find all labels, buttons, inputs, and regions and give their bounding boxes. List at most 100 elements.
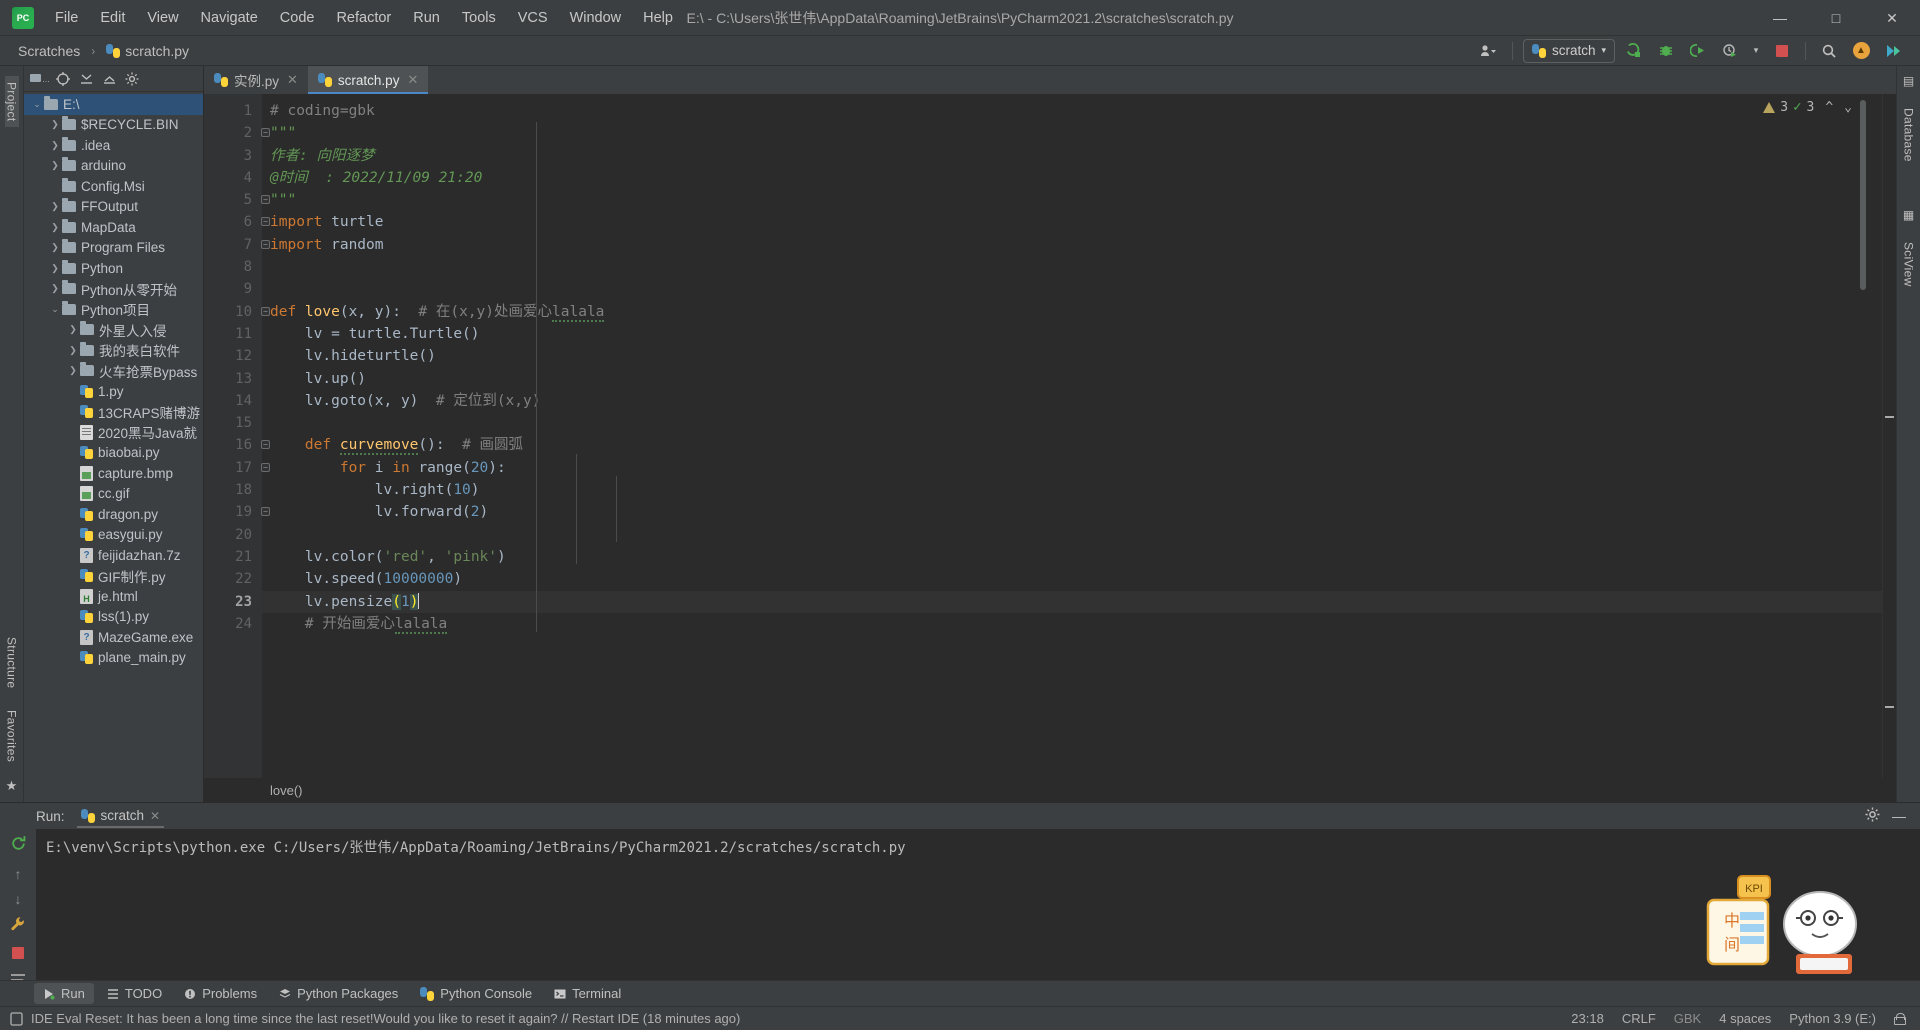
tree-item[interactable]: ❯ arduino [24,156,203,177]
line-number[interactable]: 14 [204,390,262,412]
rail-database-button[interactable]: Database [1902,102,1916,168]
chevron-down-icon[interactable]: ⌄ [30,99,44,110]
tree-item[interactable]: je.html [24,586,203,607]
notification-icon[interactable] [10,1011,23,1026]
chevron-right-icon[interactable]: ❯ [48,222,62,233]
menu-help[interactable]: Help [632,6,684,30]
next-problem-icon[interactable]: ⌄ [1844,100,1852,115]
line-number[interactable]: 4 [204,167,262,189]
unlocked-icon[interactable] [1894,1012,1906,1025]
tree-item[interactable]: ❯ .idea [24,135,203,156]
status-interpreter[interactable]: Python 3.9 (E:) [1789,1011,1876,1026]
tree-item[interactable]: ❯ $RECYCLE.BIN [24,115,203,136]
tree-item[interactable]: ⌄ Python项目 [24,299,203,320]
gear-icon[interactable] [122,69,142,89]
tree-item[interactable]: feijidazhan.7z [24,545,203,566]
menu-run[interactable]: Run [402,6,451,30]
chevron-right-icon[interactable]: ❯ [48,283,62,294]
rerun-icon[interactable] [10,835,27,857]
line-number[interactable]: 20 [204,524,262,546]
run-configuration-selector[interactable]: scratch ▾ [1522,38,1615,63]
project-tree[interactable]: ⌄ E:\ ❯ $RECYCLE.BIN ❯ .idea ❯ arduino Config.Ms… [24,92,203,802]
chevron-right-icon[interactable]: ❯ [66,365,80,376]
status-message[interactable]: IDE Eval Reset: It has been a long time … [31,1011,740,1026]
chevron-right-icon[interactable]: ❯ [48,242,62,253]
account-icon[interactable] [1476,39,1502,63]
run-icon[interactable] [1621,39,1647,63]
profile-icon[interactable] [1717,39,1743,63]
toolwin-todo[interactable]: TODO [98,983,171,1004]
line-number[interactable]: 19− [204,501,270,523]
coverage-icon[interactable] [1685,39,1711,63]
tree-item[interactable]: lss(1).py [24,607,203,628]
tab-shili-py[interactable]: 实例.py ✕ [204,66,308,94]
toolwin-python-packages[interactable]: Python Packages [270,983,407,1004]
tree-item[interactable]: ❯ MapData [24,217,203,238]
stop-run-icon[interactable] [12,946,24,964]
menu-code[interactable]: Code [269,6,326,30]
line-number[interactable]: 5− [204,189,270,211]
line-number[interactable]: 8 [204,256,262,278]
rail-favorites-button[interactable]: Favorites [5,704,19,768]
run-session-tab[interactable]: scratch ✕ [73,806,169,828]
tree-item[interactable]: ❯ Python [24,258,203,279]
line-number[interactable]: 9 [204,278,262,300]
toolwin-python-console[interactable]: Python Console [411,983,541,1004]
stop-icon[interactable] [1769,39,1795,63]
maximize-button[interactable]: □ [1808,0,1864,36]
tree-item[interactable]: easygui.py [24,525,203,546]
tree-item[interactable]: plane_main.py [24,648,203,669]
status-encoding[interactable]: GBK [1674,1011,1701,1026]
line-number[interactable]: 22 [204,568,262,590]
chevron-down-icon[interactable]: ⌄ [48,304,62,315]
profile-dropdown-icon[interactable]: ▾ [1749,39,1763,63]
breadcrumb-scratches[interactable]: Scratches [18,43,80,59]
search-everywhere-icon[interactable] [1816,39,1842,63]
line-number[interactable]: 6− [204,211,270,233]
hide-panel-icon[interactable]: — [1892,808,1906,824]
menu-file[interactable]: File [44,6,89,30]
breadcrumb-file[interactable]: scratch.py [125,43,189,59]
tab-close-icon-2[interactable]: ✕ [407,72,418,88]
chevron-right-icon[interactable]: ❯ [48,160,62,171]
locate-icon[interactable] [53,69,73,89]
line-number[interactable]: 15 [204,412,262,434]
minimize-button[interactable]: — [1752,0,1808,36]
collapse-all-icon[interactable] [99,69,119,89]
close-button[interactable]: ✕ [1864,0,1920,36]
debug-icon[interactable] [1653,39,1679,63]
menu-tools[interactable]: Tools [451,6,507,30]
database-rail-icon[interactable]: ▤ [1903,74,1914,88]
expand-all-icon[interactable] [76,69,96,89]
menu-edit[interactable]: Edit [89,6,136,30]
tree-item[interactable]: ❯ 我的表白软件 [24,340,203,361]
tree-item[interactable]: ❯ FFOutput [24,197,203,218]
inspection-widget[interactable]: 3 ✓ 3 ^ ⌄ [1763,99,1852,115]
chevron-right-icon[interactable]: ❯ [66,324,80,335]
tree-item[interactable]: GIF制作.py [24,566,203,587]
up-arrow-icon[interactable]: ↑ [15,866,22,882]
menu-refactor[interactable]: Refactor [325,6,402,30]
rail-structure-button[interactable]: Structure [5,631,19,694]
error-stripe[interactable] [1882,94,1896,778]
tree-item[interactable]: cc.gif [24,484,203,505]
line-number-gutter[interactable]: 1 2−3 4 5−6−7−8 9 10−11 12 13 14 15 16−17−18 19−20 2… [204,94,270,778]
line-number[interactable]: 24 [204,613,262,635]
chevron-right-icon[interactable]: ❯ [66,345,80,356]
tree-item[interactable]: ❯ Python从零开始 [24,279,203,300]
tree-item[interactable]: biaobai.py [24,443,203,464]
tree-item[interactable]: MazeGame.exe [24,627,203,648]
editor-scrollbar[interactable] [1860,100,1866,290]
line-number[interactable]: 10− [204,301,270,323]
line-number[interactable]: 18 [204,479,262,501]
rail-star-icon[interactable]: ★ [6,778,18,794]
status-indent[interactable]: 4 spaces [1719,1011,1771,1026]
toolwin-problems[interactable]: Problems [175,983,266,1004]
menu-view[interactable]: View [136,6,189,30]
line-number[interactable]: 13 [204,368,262,390]
prev-problem-icon[interactable]: ^ [1825,100,1833,115]
update-icon[interactable]: ▲ [1848,39,1874,63]
line-number[interactable]: 16− [204,434,270,456]
menu-window[interactable]: Window [559,6,633,30]
sciview-rail-icon[interactable]: ▦ [1903,208,1914,222]
